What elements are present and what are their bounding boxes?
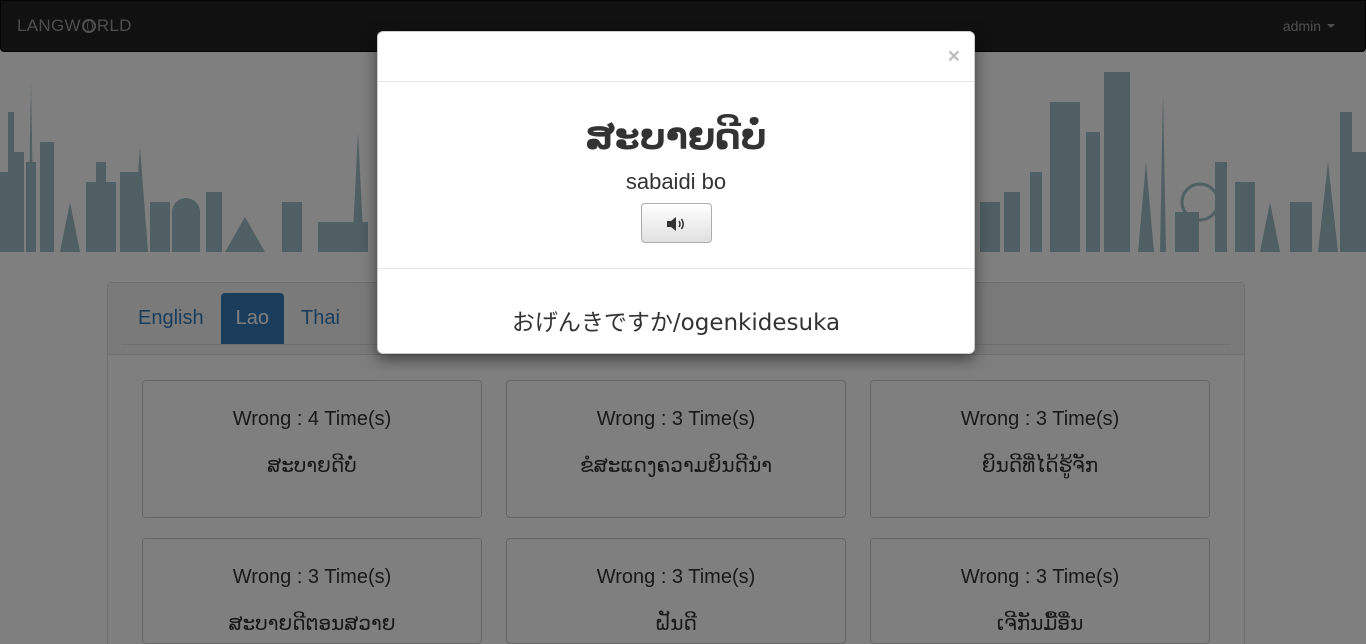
modal-translation: おげんきですか/ogenkidesuka [511,310,841,336]
modal-word: ສະບາຍດີບໍ່ [585,117,767,158]
modal-header: × [378,32,974,82]
close-button[interactable]: × [948,46,960,67]
modal-romanized: sabaidi bo [625,169,727,195]
modal-body: ສະບາຍດີບໍ່ sabaidi bo [378,82,974,269]
play-sound-button[interactable] [640,203,712,244]
word-detail-modal: × ສະບາຍດີບໍ່ sabaidi bo おげんきですか/ogenkide… [377,31,975,354]
speaker-icon [666,217,684,232]
